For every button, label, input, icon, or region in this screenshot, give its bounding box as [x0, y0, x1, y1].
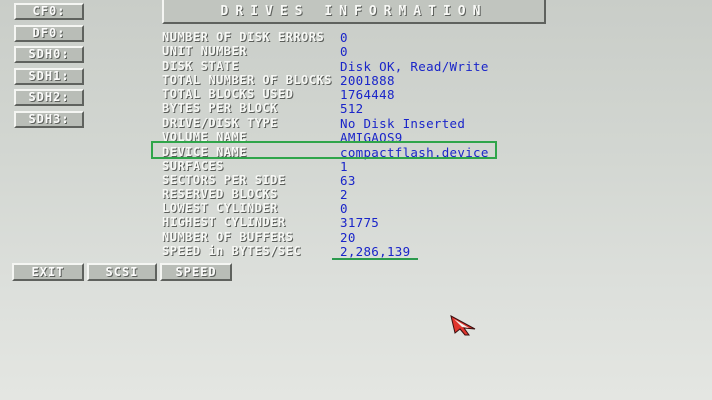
info-value: Disk OK, Read/Write	[340, 59, 489, 74]
speed-value-underline	[332, 258, 418, 260]
info-label: NUMBER OF BUFFERS	[162, 230, 294, 244]
drives-information-title: DRIVES INFORMATION	[162, 0, 546, 24]
info-label: SPEED in BYTES/SEC	[162, 244, 302, 258]
info-value: 2,286,139	[340, 244, 411, 259]
info-label: SURFACES	[162, 159, 224, 173]
drive-button-cf0[interactable]: CF0:	[14, 3, 84, 20]
info-value: 512	[340, 101, 364, 116]
info-label: NUMBER OF DISK ERRORS	[162, 30, 325, 44]
info-value: 31775	[340, 215, 380, 230]
info-row-blocks-used: TOTAL BLOCKS USED 1764448	[162, 87, 522, 102]
info-row-disk-type: DRIVE/DISK TYPE No Disk Inserted	[162, 116, 522, 131]
info-label: TOTAL NUMBER OF BLOCKS	[162, 73, 332, 87]
info-row-sectors-per-side: SECTORS PER SIDE 63	[162, 173, 522, 188]
drive-button-sdh0[interactable]: SDH0:	[14, 46, 84, 63]
drive-button-df0[interactable]: DF0:	[14, 25, 84, 42]
info-row-buffers: NUMBER OF BUFFERS 20	[162, 230, 522, 245]
info-value: 2	[340, 187, 348, 202]
info-row-bytes-per-block: BYTES PER BLOCK 512	[162, 101, 522, 116]
info-value: 63	[340, 173, 356, 188]
info-label: DISK STATE	[162, 59, 240, 73]
drive-button-sdh1[interactable]: SDH1:	[14, 68, 84, 85]
drive-button-sdh3[interactable]: SDH3:	[14, 111, 84, 128]
info-row-highest-cylinder: HIGHEST CYLINDER 31775	[162, 215, 522, 230]
speed-button[interactable]: SPEED	[160, 263, 232, 281]
info-label: UNIT NUMBER	[162, 44, 247, 58]
info-row-surfaces: SURFACES 1	[162, 159, 522, 174]
exit-button[interactable]: EXIT	[12, 263, 84, 281]
info-label: DRIVE/DISK TYPE	[162, 116, 278, 130]
mouse-pointer-icon	[450, 315, 476, 336]
device-name-highlight-box	[151, 141, 497, 159]
info-value: 0	[340, 30, 348, 45]
info-row-total-blocks: TOTAL NUMBER OF BLOCKS 2001888	[162, 73, 522, 88]
info-row-disk-state: DISK STATE Disk OK, Read/Write	[162, 59, 522, 74]
info-row-disk-errors: NUMBER OF DISK ERRORS 0	[162, 30, 522, 45]
info-value: 20	[340, 230, 356, 245]
info-value: 0	[340, 44, 348, 59]
info-value: 1764448	[340, 87, 395, 102]
info-label: LOWEST CYLINDER	[162, 201, 278, 215]
info-value: 2001888	[340, 73, 395, 88]
info-row-reserved-blocks: RESERVED BLOCKS 2	[162, 187, 522, 202]
info-value: No Disk Inserted	[340, 116, 466, 131]
info-value: 1	[340, 159, 348, 174]
info-row-lowest-cylinder: LOWEST CYLINDER 0	[162, 201, 522, 216]
info-row-unit-number: UNIT NUMBER 0	[162, 44, 522, 59]
info-value: 0	[340, 201, 348, 216]
info-label: SECTORS PER SIDE	[162, 173, 286, 187]
info-row-speed: SPEED in BYTES/SEC 2,286,139	[162, 244, 522, 259]
scsi-button[interactable]: SCSI	[87, 263, 157, 281]
drive-button-sdh2[interactable]: SDH2:	[14, 89, 84, 106]
info-label: RESERVED BLOCKS	[162, 187, 278, 201]
info-label: BYTES PER BLOCK	[162, 101, 278, 115]
info-label: TOTAL BLOCKS USED	[162, 87, 294, 101]
info-label: HIGHEST CYLINDER	[162, 215, 286, 229]
